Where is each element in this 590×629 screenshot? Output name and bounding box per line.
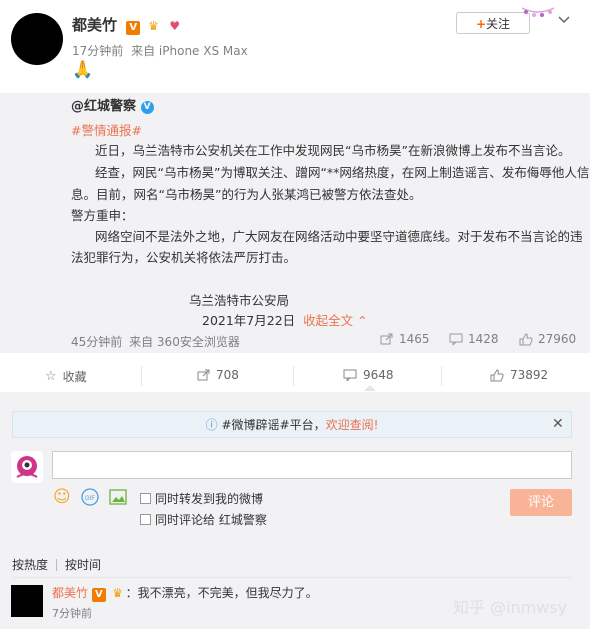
collapse-link[interactable]: 收起全文 xyxy=(303,313,353,328)
repost-share-stat[interactable]: 1465 xyxy=(380,332,430,346)
repost-share-count: 1465 xyxy=(399,332,430,346)
post-source: 来自 iPhone XS Max xyxy=(131,44,248,58)
verified-blue-icon: V xyxy=(140,101,154,114)
plus-icon: + xyxy=(475,17,487,31)
repost-comment-count: 1428 xyxy=(468,332,499,346)
repost-count: 708 xyxy=(216,368,239,382)
divider xyxy=(441,366,442,386)
comment-text: ：我不漂亮，不完美，但我尽力了。 xyxy=(125,586,318,600)
repost-hashtag[interactable]: #警情通报# xyxy=(71,120,142,139)
info-icon: ⓘ xyxy=(205,418,218,432)
repost-text-line: 警方重申： xyxy=(71,208,134,223)
like-button[interactable]: 73892 xyxy=(490,368,548,382)
repost-signature: 乌兰浩特市公安局 xyxy=(189,293,290,308)
sort-by-hot[interactable]: 按热度 xyxy=(12,556,48,573)
emoji-icon[interactable]: ☺ xyxy=(53,488,71,506)
repost-to-my-weibo-option[interactable]: 同时转发到我的微博 xyxy=(140,490,263,507)
commenter-avatar[interactable] xyxy=(11,585,43,617)
comment-icon xyxy=(343,369,357,381)
close-icon[interactable]: ✕ xyxy=(552,416,564,432)
share-icon xyxy=(380,333,393,345)
festive-decoration-icon xyxy=(521,7,555,17)
notice-link[interactable]: 欢迎查阅! xyxy=(326,418,379,432)
comment-time: 7分钟前 xyxy=(52,607,92,620)
watermark: 知乎 @inmwsy xyxy=(453,598,568,617)
divider xyxy=(56,558,58,571)
chevron-up-icon[interactable]: ⌃ xyxy=(357,313,367,328)
repost-comment-stat[interactable]: 1428 xyxy=(449,332,499,346)
option-label: 同时评论给 红城警察 xyxy=(155,513,267,527)
repost-time[interactable]: 45分钟前 xyxy=(71,335,122,349)
repost-text-line: 网络空间不是法外之地，广大网友在网络活动中要坚守道德底线。对于发布不当言论的违 xyxy=(95,229,583,244)
comment-pointer xyxy=(364,385,376,391)
rumor-notice: ⓘ #微博辟谣#平台，欢迎查阅! xyxy=(12,411,572,438)
divider xyxy=(141,366,142,386)
repost-text-line: 法犯罪行为，公安机关将依法严厉打击。 xyxy=(71,250,297,265)
comment-sort-bar: 按热度 按时间 xyxy=(12,556,101,573)
comment-text-row: 都美竹 V ♛ ：我不漂亮，不完美，但我尽力了。 xyxy=(52,584,318,602)
post-content-emoji: 🙏 xyxy=(72,60,94,80)
verified-badge-icon: V xyxy=(126,21,141,35)
verified-badge-icon: V xyxy=(91,588,106,602)
repost-text-line: 近日，乌兰浩特市公安机关在工作中发现网民“乌市杨昊”在新浪微博上发布不当言论。 xyxy=(95,143,571,158)
star-icon: ☆ xyxy=(45,369,57,384)
repost-author[interactable]: @红城警察 xyxy=(71,99,136,114)
post-time[interactable]: 17分钟前 xyxy=(72,44,123,58)
notice-text: #微博辟谣#平台， xyxy=(221,418,326,432)
share-icon xyxy=(197,369,210,381)
comment-icon xyxy=(449,333,463,345)
option-label: 同时转发到我的微博 xyxy=(155,492,264,506)
follow-label: 关注 xyxy=(486,17,511,31)
default-avatar-icon xyxy=(16,456,38,478)
repost-meta: 45分钟前 来自 360安全浏览器 xyxy=(71,333,240,350)
fan-badge-icon: ♥ xyxy=(169,19,181,33)
comment-to-original-option[interactable]: 同时评论给 红城警察 xyxy=(140,511,267,528)
repost-button[interactable]: 708 xyxy=(197,368,239,382)
submit-comment-button[interactable]: 评论 xyxy=(510,489,572,516)
repost-date: 2021年7月22日 xyxy=(202,313,296,328)
repost-like-stat[interactable]: 27960 xyxy=(519,332,576,346)
gif-icon[interactable]: GIF xyxy=(81,488,99,506)
divider xyxy=(12,577,572,578)
author-name[interactable]: 都美竹 xyxy=(72,16,117,34)
post-meta: 17分钟前 来自 iPhone XS Max xyxy=(72,42,248,59)
thumbs-up-icon xyxy=(519,332,533,345)
favorite-label: 收藏 xyxy=(62,370,87,384)
member-badge-icon: ♛ xyxy=(112,586,124,600)
divider xyxy=(293,366,294,386)
repost-author-row: @红城警察 V xyxy=(71,95,154,114)
author-name-row: 都美竹 V ♛ ♥ xyxy=(72,14,183,35)
comment-button[interactable]: 9648 xyxy=(343,368,394,382)
sort-by-time[interactable]: 按时间 xyxy=(65,556,101,573)
author-avatar[interactable] xyxy=(11,13,63,65)
repost-text-line: 息。目前，网名“乌市杨昊”的行为人张某鸿已被警方依法查处。 xyxy=(71,187,422,202)
my-avatar[interactable] xyxy=(11,451,43,483)
member-badge-icon: ♛ xyxy=(148,19,159,33)
follow-button[interactable]: +关注 xyxy=(456,12,530,34)
comment-count: 9648 xyxy=(363,368,394,382)
repost-source: 来自 360安全浏览器 xyxy=(129,335,240,349)
like-count: 73892 xyxy=(510,368,549,382)
checkbox[interactable] xyxy=(140,493,151,504)
favorite-button[interactable]: ☆ 收藏 xyxy=(45,368,87,385)
repost-date-row: 2021年7月22日 收起全文 ⌃ xyxy=(202,310,368,329)
repost-like-count: 27960 xyxy=(538,332,577,346)
commenter-name[interactable]: 都美竹 xyxy=(52,586,88,600)
chevron-down-icon[interactable] xyxy=(556,12,572,28)
repost-text-line: 经查，网民“乌市杨昊”为博取关注、蹭网“**网络热度，在网上制造谣言、发布侮辱他… xyxy=(95,165,590,180)
checkbox[interactable] xyxy=(140,514,151,525)
image-icon[interactable] xyxy=(109,488,127,506)
comment-input[interactable] xyxy=(52,451,572,479)
svg-text:GIF: GIF xyxy=(85,496,95,502)
thumbs-up-icon xyxy=(490,368,504,381)
